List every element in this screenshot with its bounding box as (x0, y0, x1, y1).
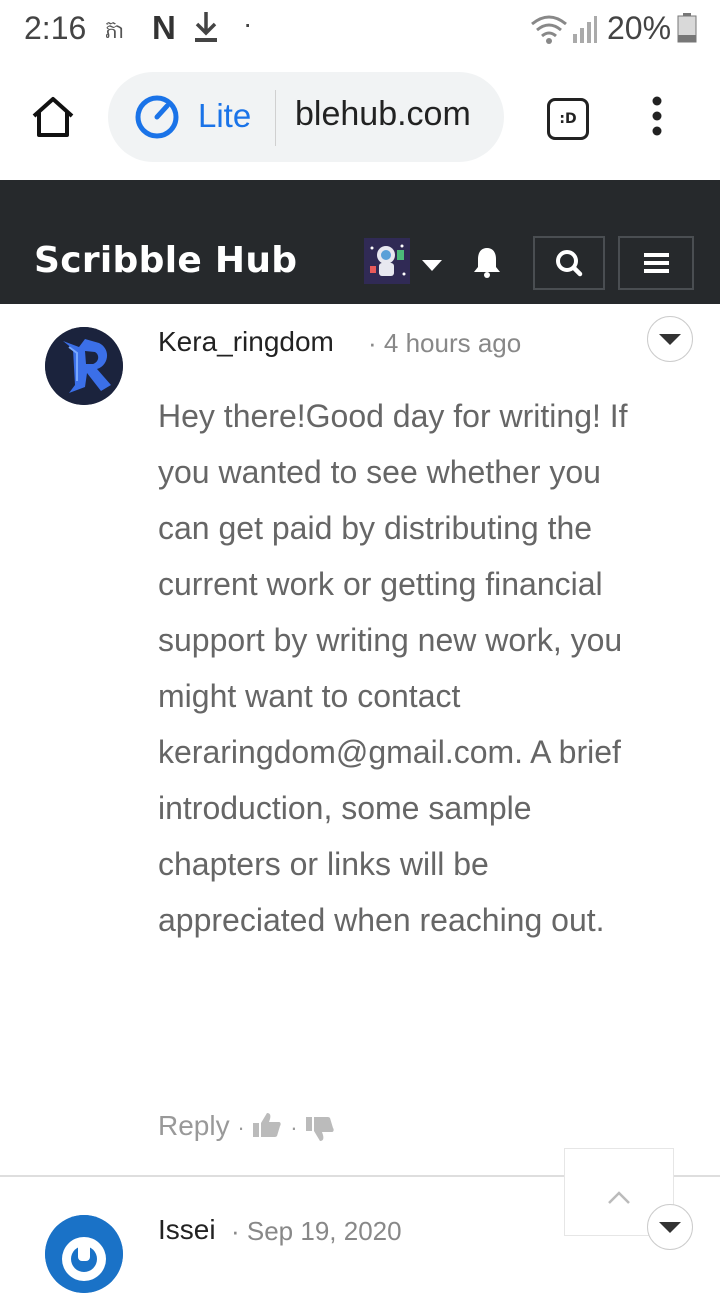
carrier-icon: ភ៊ា (105, 21, 125, 43)
thumbs-up-icon[interactable] (252, 1111, 282, 1139)
comment-timestamp: · 4 hours ago (368, 328, 522, 358)
tab-switcher-icon[interactable]: :D (547, 98, 589, 140)
url-separator (275, 90, 276, 146)
status-time: 2:16 (24, 10, 87, 46)
commenter-avatar[interactable] (45, 327, 123, 405)
download-icon (195, 12, 217, 42)
separator-dot: · (237, 1115, 245, 1140)
comment-options-button[interactable] (647, 1204, 693, 1250)
wifi-icon (531, 15, 567, 44)
url-text[interactable]: blehub.com (295, 95, 495, 134)
status-bar: 2:16 ភ៊ា N · 20% (0, 0, 720, 58)
reply-link[interactable]: Reply (158, 1110, 230, 1141)
bell-icon[interactable] (472, 246, 502, 278)
signal-icon (573, 16, 597, 43)
chevron-down-icon (659, 1222, 681, 1233)
comment-options-button[interactable] (647, 316, 693, 362)
comment-author[interactable]: Kera_ringdom (158, 326, 334, 358)
site-header: Scribble Hub (0, 180, 720, 304)
search-button[interactable] (533, 236, 605, 290)
address-bar[interactable]: Lite blehub.com (108, 72, 504, 162)
user-avatar[interactable] (364, 238, 410, 284)
battery-percent: 20% (607, 10, 672, 46)
chevron-down-icon[interactable] (422, 260, 442, 272)
thumbs-down-icon[interactable] (305, 1115, 335, 1143)
commenter-avatar[interactable] (45, 1215, 123, 1293)
home-icon[interactable] (30, 96, 76, 138)
hamburger-icon (644, 253, 669, 273)
battery-icon (677, 13, 697, 43)
separator-dot: · (290, 1115, 298, 1140)
site-logo-title[interactable]: Scribble Hub (34, 240, 297, 281)
netflix-notification-icon: N (152, 9, 176, 46)
lite-mode-label[interactable]: Lite (198, 97, 251, 135)
chevron-down-icon (659, 334, 681, 345)
comment-timestamp: · Sep 19, 2020 (231, 1216, 402, 1246)
comment-actions: Reply · · (158, 1110, 335, 1143)
browser-toolbar: Lite blehub.com :D (0, 58, 720, 180)
search-icon (556, 250, 583, 277)
more-vert-icon[interactable] (646, 96, 668, 138)
hamburger-menu-button[interactable] (618, 236, 694, 290)
status-dot: · (243, 8, 253, 39)
comment-body: Hey there!Good day for writing! If you w… (158, 398, 628, 938)
comment-author[interactable]: Issei (158, 1214, 216, 1246)
speed-gauge-icon (135, 95, 179, 139)
